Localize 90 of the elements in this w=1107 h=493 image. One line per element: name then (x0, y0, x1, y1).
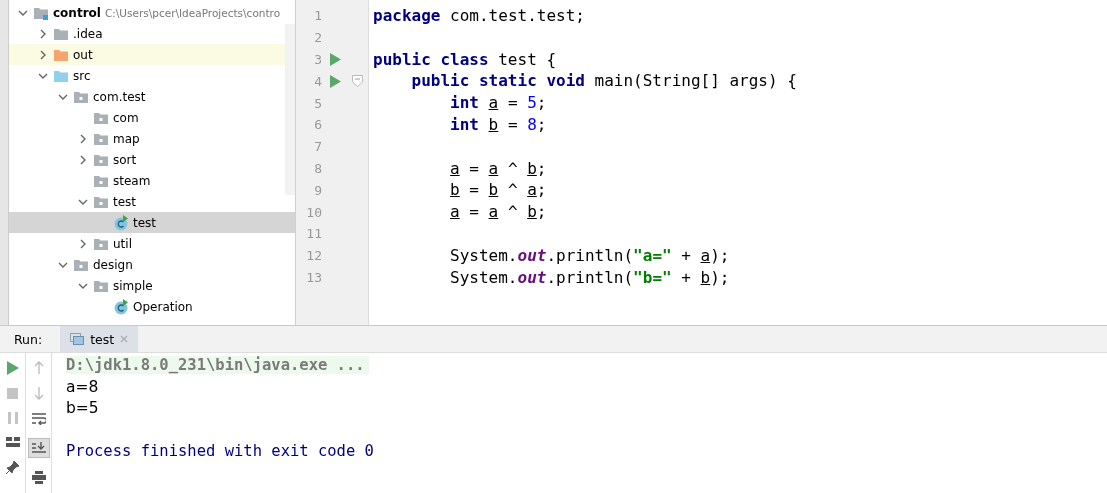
layout-icon[interactable] (5, 437, 20, 447)
code-line: package com.test.test; (373, 6, 585, 25)
tree-item-label: map (113, 131, 140, 146)
code-line: public static void main(String[] args) { (410, 71, 797, 91)
tree-item-label: com (113, 110, 139, 125)
tree-row[interactable]: simple (9, 275, 295, 296)
tree-row[interactable]: Operation (9, 296, 295, 317)
code-line: System.out.println("a=" + a); (449, 245, 730, 265)
chevron-icon[interactable] (78, 238, 88, 249)
tree-item-label: .idea (73, 26, 103, 41)
tree-item-label: simple (113, 278, 153, 293)
tree-item-label: steam (113, 173, 151, 188)
tree-item-label: Operation (133, 299, 193, 314)
code-line: int b = 8; (449, 115, 547, 134)
folder-icon (93, 194, 109, 209)
line-number: 7 (313, 139, 322, 155)
line-number: 12 (305, 248, 322, 264)
line-number: 6 (313, 117, 322, 133)
line-number: 1 (313, 8, 322, 24)
tree-row[interactable]: util (9, 233, 295, 254)
folder-icon (93, 278, 109, 293)
tree-row[interactable]: out (9, 44, 285, 65)
scrollbar[interactable] (285, 24, 295, 195)
folder-icon (93, 236, 109, 251)
run-tab[interactable]: test (60, 326, 139, 352)
line-number: 13 (305, 269, 322, 285)
class-icon (113, 298, 129, 315)
tree-row[interactable]: control C:\Users\pcer\IdeaProjects\contro (9, 2, 295, 23)
tree-item-label: src (73, 68, 91, 83)
tree-item-label: sort (113, 152, 137, 167)
run-label: Run: (14, 331, 43, 347)
tree-row[interactable]: .idea (9, 23, 285, 44)
folder-icon (53, 47, 69, 62)
line-number: 2 (313, 30, 322, 46)
code-line: b = b ^ a; (449, 180, 547, 200)
code-line: a = a ^ b; (449, 202, 547, 222)
code-line: System.out.println("b=" + b); (449, 267, 730, 287)
line-number: 9 (313, 182, 322, 198)
console-line: a=8 (66, 377, 99, 396)
console-line: b=5 (66, 399, 99, 417)
folder-icon (73, 89, 89, 104)
folder-icon (73, 257, 89, 272)
folder-icon (53, 68, 69, 83)
line-number: 10 (305, 204, 322, 220)
tree-row[interactable]: map (9, 128, 285, 149)
run-icon[interactable] (329, 53, 341, 66)
line-number: 4 (313, 73, 322, 89)
code-line: a = a ^ b; (449, 158, 547, 178)
tree-row[interactable]: com.test (9, 86, 285, 107)
tree-item-label: control (53, 5, 101, 20)
tree-row[interactable]: test (9, 191, 295, 212)
console-icon (70, 333, 85, 345)
line-number: 5 (313, 95, 322, 111)
tree-item-label: design (93, 257, 133, 272)
project-path: C:\Users\pcer\IdeaProjects\contro (104, 6, 281, 19)
folder-icon (93, 131, 109, 146)
tree-item-label: out (73, 47, 93, 62)
tree-item-label: com.test (93, 89, 146, 104)
tree-row[interactable]: design (9, 254, 295, 275)
chevron-icon[interactable] (78, 133, 88, 144)
code-line: int a = 5; (449, 93, 547, 113)
line-number: 3 (313, 52, 322, 67)
tree-item-label: test (113, 194, 137, 209)
folder-icon (93, 110, 109, 125)
chevron-icon[interactable] (38, 28, 48, 39)
tree-row[interactable]: steam (9, 170, 285, 191)
chevron-icon[interactable] (78, 154, 88, 165)
folder-icon (33, 5, 49, 20)
tree-row[interactable]: test (9, 212, 295, 233)
tree-row[interactable]: com (9, 107, 285, 128)
code-line: public class test { (373, 49, 557, 69)
line-number: 8 (313, 160, 322, 176)
pin-icon[interactable] (5, 460, 20, 474)
chevron-icon[interactable] (38, 49, 48, 60)
folder-icon (93, 152, 109, 167)
line-number: 11 (305, 226, 322, 242)
class-icon (113, 214, 129, 231)
run-icon[interactable] (329, 74, 341, 88)
scroll-to-end-button[interactable] (27, 438, 50, 458)
folder-icon (93, 173, 109, 188)
run-icon[interactable] (6, 361, 19, 375)
tree-row[interactable]: sort (9, 149, 285, 170)
scroll-to-end-icon (31, 442, 46, 454)
folder-icon (53, 26, 69, 41)
console-line: Process finished with exit code 0 (66, 442, 374, 460)
tree-item-label: util (113, 236, 132, 251)
tree-item-label: test (133, 215, 157, 230)
wrap-icon[interactable] (31, 413, 46, 425)
tree-row[interactable]: src (9, 65, 285, 86)
print-icon[interactable] (31, 471, 46, 484)
